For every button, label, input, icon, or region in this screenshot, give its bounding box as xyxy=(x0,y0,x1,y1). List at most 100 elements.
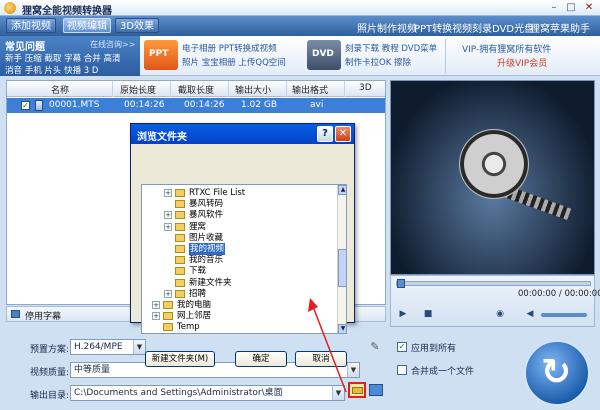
chevron-down-icon[interactable]: ▼ xyxy=(332,386,344,400)
file-output-size: 1.02 GB xyxy=(241,100,278,110)
faq-topics-line2[interactable]: 消音 手机 片头 快播 3 D xyxy=(5,64,98,76)
online-consult-link[interactable]: 在线咨询>> xyxy=(90,39,135,50)
dvd-icon[interactable] xyxy=(307,40,341,70)
browse-folder-dialog: 浏览文件夹 ? ✕ Temp + 网上邻居 + 我的电脑 + 招聘 新建文件夹 下载 我的音乐 我的… xyxy=(130,123,355,367)
dialog-title-bar: 浏览文件夹 ? ✕ xyxy=(131,124,354,144)
link-photo-video[interactable]: 照片制作视频 xyxy=(357,20,417,35)
folder-icon xyxy=(175,256,185,265)
scroll-up-icon[interactable]: ▲ xyxy=(338,185,346,195)
quality-label: 视频质量: xyxy=(30,368,70,378)
table-row[interactable]: ✓ 00001.MTS 00:14:26 00:14:26 1.02 GB av… xyxy=(7,98,385,113)
help-button[interactable]: ? xyxy=(317,126,333,142)
promo-dvd-line1[interactable]: 刻录下载 教程 DVD菜单 xyxy=(345,42,437,54)
folder-icon xyxy=(163,312,173,321)
output-dir-select[interactable]: C:\Documents and Settings\Administrator\… xyxy=(70,385,345,401)
tab-3d-effect[interactable]: 3D效果 xyxy=(115,18,159,33)
output-settings: 预置方案: H.264/MPE ▼ 视频质量: 中等质量 ▼ 输出目录: C:\Do… xyxy=(0,330,390,410)
expand-icon[interactable]: + xyxy=(152,301,160,309)
ok-button[interactable]: 确定 xyxy=(235,351,287,367)
tree-item-label: 暴风软件 xyxy=(189,210,224,221)
folder-icon xyxy=(175,233,185,242)
expand-icon[interactable]: + xyxy=(164,189,172,197)
preset-select[interactable]: H.264/MPE ▼ xyxy=(70,339,146,355)
chevron-down-icon[interactable]: ▼ xyxy=(133,340,145,354)
cancel-button[interactable]: 取消 xyxy=(295,351,347,367)
new-folder-button[interactable]: 新建文件夹(M) xyxy=(145,351,215,367)
minimize-button[interactable]: – xyxy=(547,2,561,14)
folder-icon xyxy=(175,267,185,276)
column-original-length[interactable]: 原始长度 xyxy=(120,83,156,96)
row-checkbox[interactable]: ✓ xyxy=(21,101,30,110)
column-name[interactable]: 名称 xyxy=(51,83,69,96)
scroll-down-icon[interactable]: ▼ xyxy=(338,324,346,333)
folder-icon xyxy=(175,289,185,298)
folder-icon xyxy=(175,245,185,253)
promo-ppt-line2[interactable]: 照片 宝宝相册 上传QQ空间 xyxy=(182,56,286,68)
dialog-title: 浏览文件夹 xyxy=(137,132,187,143)
expand-icon[interactable]: + xyxy=(164,211,172,220)
tree-item-label: 狸窝 xyxy=(189,221,207,232)
promo-ppt-line1[interactable]: 电子相册 PPT转换成视频 xyxy=(182,42,277,54)
app-icon xyxy=(4,2,16,14)
upgrade-vip-link[interactable]: 升级VIP会员 xyxy=(497,56,547,69)
file-name: 00001.MTS xyxy=(49,100,100,110)
promo-banner: 常见问题 在线咨询>> 新手 压缩 截取 字幕 合并 高清 消音 手机 片头 快… xyxy=(0,36,600,76)
apply-all-checkbox[interactable]: ✓ xyxy=(397,342,407,352)
open-folder-icon[interactable] xyxy=(369,384,383,396)
play-icon[interactable]: ▶ xyxy=(397,308,409,320)
column-cut-length[interactable]: 截取长度 xyxy=(178,83,214,96)
column-output-size[interactable]: 输出大小 xyxy=(235,83,271,96)
merge-checkbox[interactable] xyxy=(397,365,407,375)
output-dir-label: 输出目录: xyxy=(30,391,70,401)
camera-icon[interactable]: ◉ xyxy=(494,308,506,320)
tree-item-label: 网上邻居 xyxy=(177,311,212,322)
link-apple-assistant[interactable]: 狸窝苹果助手 xyxy=(530,20,590,35)
close-button[interactable]: ✕ xyxy=(582,2,596,14)
convert-button[interactable]: ↻ xyxy=(524,340,590,406)
seek-bar[interactable] xyxy=(396,279,591,288)
volume-icon[interactable]: ◀ xyxy=(524,308,536,320)
chevron-down-icon[interactable]: ▼ xyxy=(347,363,359,377)
dialog-close-button[interactable]: ✕ xyxy=(335,126,351,142)
file-original-length: 00:14:26 xyxy=(124,100,165,110)
divider xyxy=(445,39,446,73)
film-reel-icon xyxy=(459,129,529,199)
browse-folder-button[interactable] xyxy=(348,382,366,398)
main-toolbar: 添加视频 视频编辑 3D效果 照片制作视频 PPT转换视频 刻录DVD光盘 狸窝… xyxy=(0,16,600,36)
tree-scrollbar[interactable]: ▲ ▼ xyxy=(337,185,346,333)
tree-item-label: 我的音乐 xyxy=(189,255,224,266)
disable-subtitle-label: 停用字幕 xyxy=(25,312,62,322)
column-output-format[interactable]: 输出格式 xyxy=(292,83,328,96)
faq-title: 常见问题 xyxy=(5,42,45,53)
stop-icon[interactable]: ■ xyxy=(422,308,434,320)
expand-icon[interactable]: + xyxy=(164,222,172,231)
maximize-button[interactable]: □ xyxy=(564,2,578,14)
tab-video-edit[interactable]: 视频编辑 xyxy=(63,18,111,33)
scroll-thumb[interactable] xyxy=(338,249,346,287)
wrench-icon[interactable]: ✎ xyxy=(368,340,382,354)
time-readout: 00:00:00 / 00:00:00 xyxy=(518,289,600,299)
file-icon xyxy=(35,100,43,111)
expand-icon[interactable]: + xyxy=(164,289,172,298)
tree-item-label: 暴风转码 xyxy=(189,199,224,210)
folder-icon xyxy=(163,323,173,332)
ppt-icon[interactable] xyxy=(144,40,178,70)
tab-add-video[interactable]: 添加视频 xyxy=(6,18,56,33)
promo-dvd-line2[interactable]: 制作卡拉OK 擦除 xyxy=(345,56,411,68)
faq-topics-line1[interactable]: 新手 压缩 截取 字幕 合并 高清 xyxy=(5,52,121,64)
expand-icon[interactable]: + xyxy=(152,312,160,321)
link-ppt-video[interactable]: PPT转换视频 xyxy=(414,20,472,35)
column-3d[interactable]: 3D xyxy=(359,83,372,93)
file-output-format: avi xyxy=(310,100,324,110)
merge-label: 合并成一个文件 xyxy=(411,367,475,377)
seek-handle[interactable] xyxy=(397,279,405,288)
tree-item-label: RTXC File List xyxy=(189,188,246,198)
vip-promo-text[interactable]: VIP-拥有狸窝所有软件 xyxy=(462,42,551,55)
file-cut-length: 00:14:26 xyxy=(184,100,225,110)
tree-item-label: 我的视频 xyxy=(189,243,226,255)
video-preview xyxy=(390,80,595,275)
folder-icon xyxy=(175,222,185,231)
link-burn-dvd[interactable]: 刻录DVD光盘 xyxy=(472,20,534,35)
preset-label: 预置方案: xyxy=(30,345,70,355)
volume-slider[interactable] xyxy=(541,313,587,317)
